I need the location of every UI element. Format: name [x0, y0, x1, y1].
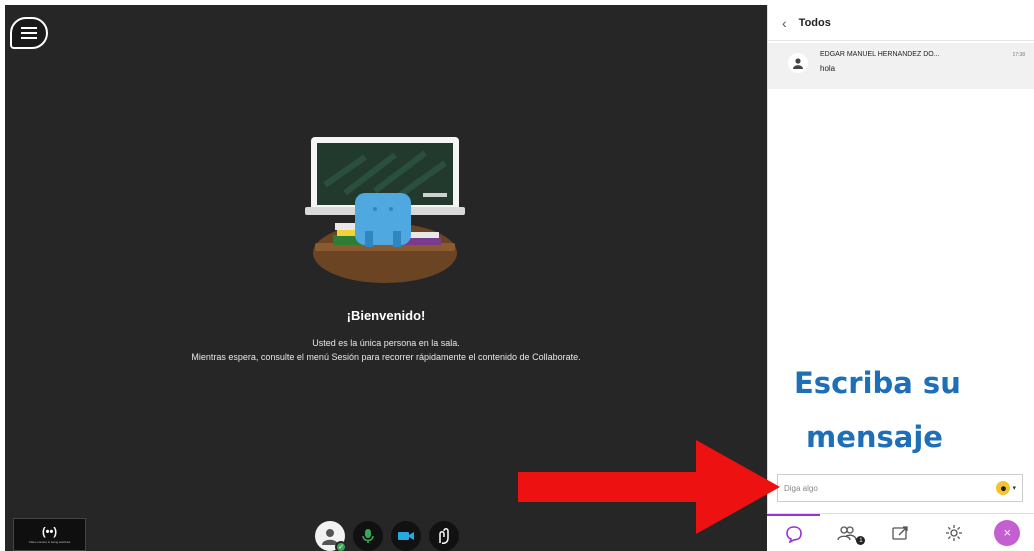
media-controls: ✓	[315, 521, 459, 551]
chat-header: ‹ Todos	[768, 5, 1034, 41]
back-chevron-icon[interactable]: ‹	[782, 15, 787, 31]
camera-button[interactable]	[391, 521, 421, 551]
message-time: 17:38	[1012, 52, 1025, 58]
emoji-icon: ☻	[996, 481, 1011, 495]
welcome-info-line-2: Mientras espera, consulte el menú Sesión…	[191, 352, 581, 362]
microphone-button[interactable]	[353, 521, 383, 551]
classroom-illustration	[305, 137, 465, 283]
annotation-arrow	[518, 440, 780, 534]
gear-icon	[945, 524, 962, 541]
attendees-icon	[837, 525, 857, 540]
welcome-info-line-1: Usted es la única persona en la sala.	[312, 338, 460, 348]
camera-icon	[398, 532, 414, 540]
my-status-button[interactable]: ✓	[315, 521, 347, 551]
message-author: EDGAR MANUEL HERNANDEZ DO...	[820, 51, 940, 58]
annotation-line-1: Escriba su	[794, 366, 961, 400]
microphone-icon	[362, 529, 374, 543]
session-menu-button[interactable]	[10, 17, 48, 49]
collaborate-window: { "stage": { "welcome_title": "¡Bienveni…	[0, 0, 1034, 551]
broadcast-caption: Video content is being watched	[28, 539, 71, 544]
chevron-down-icon: ▾	[1012, 485, 1016, 492]
chat-message-input[interactable]	[784, 483, 997, 493]
user-avatar-icon	[788, 53, 808, 73]
hamburger-menu-icon	[21, 27, 37, 29]
tab-attendees[interactable]: 1	[820, 514, 873, 551]
chat-panel: ‹ Todos EDGAR MANUEL HERNANDEZ DO... 17:…	[767, 5, 1034, 551]
broadcast-thumbnail[interactable]: (••) Video content is being watched	[13, 518, 86, 551]
welcome-title: ¡Bienvenido!	[346, 308, 426, 323]
annotation-line-2: mensaje	[806, 420, 943, 454]
panel-tab-bar: 1 ×	[767, 513, 1034, 551]
tab-share-content[interactable]	[874, 514, 927, 551]
tab-chat[interactable]	[767, 514, 821, 551]
raise-hand-button[interactable]	[429, 521, 459, 551]
raise-hand-icon	[439, 528, 449, 544]
broadcast-icon: (••)	[41, 525, 58, 538]
emoji-picker-button[interactable]: ☻ ▾	[996, 481, 1016, 495]
close-icon: ×	[994, 519, 1021, 546]
tab-settings[interactable]	[927, 514, 980, 551]
chat-title: Todos	[798, 16, 831, 29]
chat-bubble-icon	[785, 525, 802, 543]
status-check-icon: ✓	[335, 541, 347, 551]
chat-input-box: ☻ ▾	[777, 474, 1023, 502]
tab-close-panel[interactable]: ×	[981, 514, 1034, 551]
share-content-icon	[891, 525, 908, 540]
attendee-count-badge: 1	[856, 536, 866, 545]
message-text: hola	[820, 64, 836, 73]
chat-message: EDGAR MANUEL HERNANDEZ DO... 17:38 hola	[768, 43, 1034, 89]
